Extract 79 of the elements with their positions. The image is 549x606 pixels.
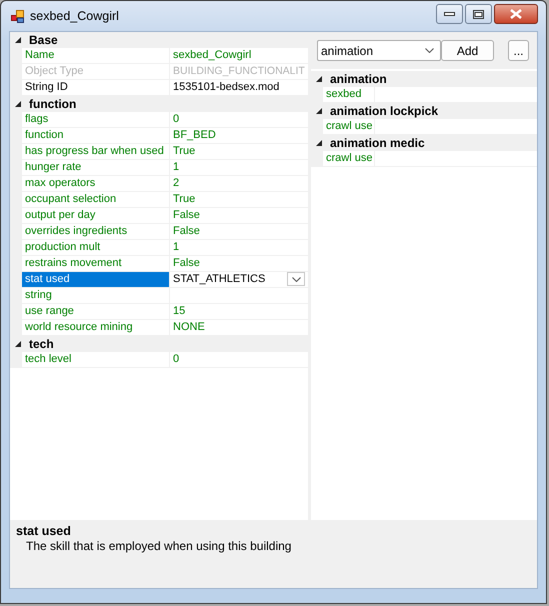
property-row[interactable]: crawl use xyxy=(311,119,537,135)
property-name[interactable]: crawl use xyxy=(323,151,375,166)
property-row[interactable]: Name sexbed_Cowgirl xyxy=(10,48,308,64)
property-row[interactable]: world resource mining NONE xyxy=(10,320,308,336)
expander-icon[interactable] xyxy=(15,37,21,43)
close-button[interactable] xyxy=(494,4,538,24)
animation-dropdown[interactable]: animation xyxy=(317,40,441,61)
expander-icon[interactable] xyxy=(15,101,21,107)
property-name[interactable]: crawl use xyxy=(323,119,375,134)
property-name[interactable]: tech level xyxy=(22,352,170,367)
property-row[interactable]: occupant selection True xyxy=(10,192,308,208)
property-name[interactable]: use range xyxy=(22,304,170,319)
property-value[interactable]: True xyxy=(173,144,196,159)
chevron-down-icon xyxy=(292,276,300,282)
minimize-icon xyxy=(444,12,455,16)
property-value[interactable]: 0 xyxy=(173,352,180,367)
property-row[interactable]: production mult 1 xyxy=(10,240,308,256)
property-name[interactable]: has progress bar when used xyxy=(22,144,170,159)
property-value[interactable]: True xyxy=(173,192,196,207)
property-name[interactable]: Name xyxy=(22,48,170,63)
add-button[interactable]: Add xyxy=(441,40,494,61)
chevron-down-icon xyxy=(425,48,434,53)
property-row[interactable]: flags 0 xyxy=(10,112,308,128)
property-row[interactable]: sexbed xyxy=(311,87,537,103)
property-name[interactable]: max operators xyxy=(22,176,170,191)
property-name[interactable]: production mult xyxy=(22,240,170,255)
window-title: sexbed_Cowgirl xyxy=(30,9,119,23)
property-row[interactable]: function BF_BED xyxy=(10,128,308,144)
dropdown-button[interactable] xyxy=(287,272,305,286)
app-icon xyxy=(11,10,24,22)
expander-icon[interactable] xyxy=(15,341,21,347)
property-name[interactable]: String ID xyxy=(22,80,170,95)
category-header[interactable]: function xyxy=(10,96,308,112)
minimize-button[interactable] xyxy=(436,4,463,24)
category-header[interactable]: Base xyxy=(10,32,308,48)
property-value[interactable]: 1 xyxy=(173,240,180,255)
property-value[interactable]: 0 xyxy=(173,112,180,127)
property-name[interactable]: hunger rate xyxy=(22,160,170,175)
property-value[interactable]: 2 xyxy=(173,176,180,191)
property-name[interactable]: overrides ingredients xyxy=(22,224,170,239)
property-row[interactable]: stat used STAT_ATHLETICS xyxy=(10,272,308,288)
property-value[interactable]: False xyxy=(173,256,200,271)
property-row[interactable]: output per day False xyxy=(10,208,308,224)
close-icon xyxy=(510,9,522,19)
property-row[interactable]: overrides ingredients False xyxy=(10,224,308,240)
property-name[interactable]: output per day xyxy=(22,208,170,223)
property-row[interactable]: hunger rate 1 xyxy=(10,160,308,176)
property-name[interactable]: restrains movement xyxy=(22,256,170,271)
category-header[interactable]: animation lockpick xyxy=(311,103,537,119)
property-name[interactable]: sexbed xyxy=(323,87,375,102)
property-value[interactable]: False xyxy=(173,208,200,223)
property-name[interactable]: function xyxy=(22,128,170,143)
property-row[interactable]: max operators 2 xyxy=(10,176,308,192)
property-row[interactable]: tech level 0 xyxy=(10,352,308,368)
property-name[interactable]: string xyxy=(22,288,170,303)
category-header[interactable]: animation medic xyxy=(311,135,537,151)
property-name[interactable]: flags xyxy=(22,112,170,127)
help-title: stat used xyxy=(16,524,72,538)
help-description: The skill that is employed when using this building xyxy=(25,539,292,553)
expander-icon[interactable] xyxy=(316,76,322,82)
maximize-button[interactable] xyxy=(465,4,492,24)
property-value[interactable]: 15 xyxy=(173,304,186,319)
property-row[interactable]: use range 15 xyxy=(10,304,308,320)
category-header[interactable]: tech xyxy=(10,336,308,352)
property-row[interactable]: crawl use xyxy=(311,151,537,167)
property-name[interactable]: occupant selection xyxy=(22,192,170,207)
more-button[interactable]: ... xyxy=(508,40,529,61)
property-row[interactable]: String ID 1535101-bedsex.mod xyxy=(10,80,308,96)
expander-icon[interactable] xyxy=(316,108,322,114)
property-value[interactable]: 1 xyxy=(173,160,180,175)
property-name[interactable]: world resource mining xyxy=(22,320,170,335)
maximize-icon xyxy=(473,10,484,18)
property-name[interactable]: stat used xyxy=(22,272,170,287)
property-row[interactable]: has progress bar when used True xyxy=(10,144,308,160)
property-value[interactable]: False xyxy=(173,224,200,239)
property-row[interactable]: string xyxy=(10,288,308,304)
category-header[interactable]: animation xyxy=(311,71,537,87)
property-row[interactable]: restrains movement False xyxy=(10,256,308,272)
expander-icon[interactable] xyxy=(316,140,322,146)
